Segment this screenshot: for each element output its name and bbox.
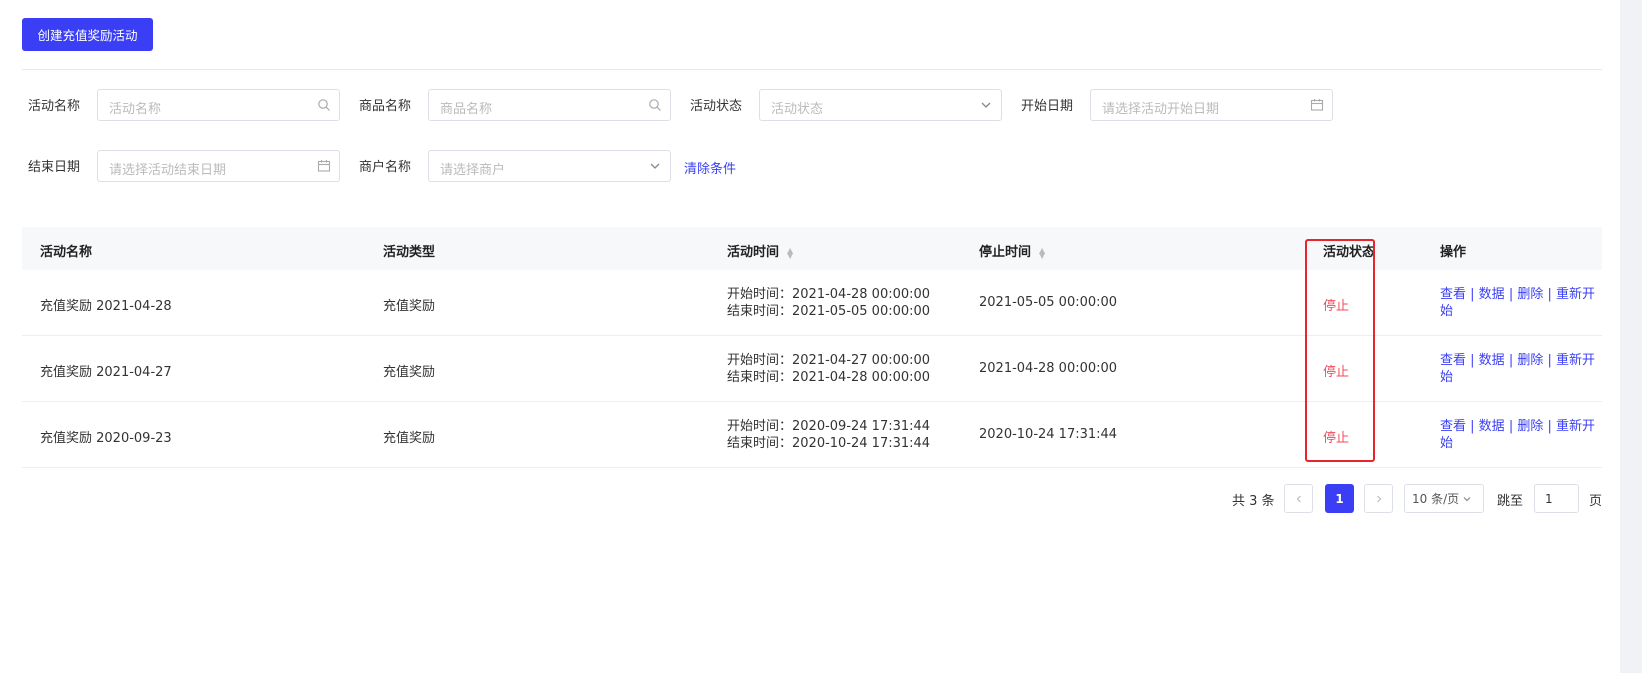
- chevron-down-icon: [1463, 496, 1471, 501]
- delete-link[interactable]: 删除: [1517, 353, 1543, 368]
- divider: [22, 69, 1602, 70]
- separator: |: [1466, 419, 1479, 434]
- calendar-icon: [1310, 99, 1324, 111]
- goto-page-input[interactable]: 1: [1534, 484, 1579, 513]
- sort-icon[interactable]: ▲ ▼: [787, 246, 793, 259]
- column-activity-name: 活动名称: [40, 245, 93, 260]
- page-button-current[interactable]: 1: [1325, 484, 1354, 513]
- separator: |: [1504, 353, 1518, 368]
- goto-label: 跳至: [1497, 494, 1524, 509]
- start-date-picker[interactable]: 请选择活动开始日期: [1090, 89, 1333, 121]
- create-recharge-reward-button[interactable]: 创建充值奖励活动: [22, 18, 153, 51]
- content-panel: 创建充值奖励活动 活动名称 活动名称 商品名称 商品名称 活动状态 活动状态 开…: [0, 0, 1620, 673]
- data-link[interactable]: 数据: [1479, 353, 1505, 368]
- pagination-total: 共 3 条: [1232, 494, 1275, 509]
- calendar-icon: [317, 160, 331, 172]
- delete-link[interactable]: 删除: [1517, 287, 1543, 302]
- right-gutter: [1620, 0, 1642, 673]
- column-activity-time[interactable]: 活动时间 ▲ ▼: [727, 241, 793, 260]
- column-activity-time-label: 活动时间: [727, 245, 780, 260]
- chevron-right-icon: [1376, 495, 1381, 502]
- end-time-text: 结束时间：2020-10-24 17:31:44: [727, 436, 931, 451]
- product-name-label: 商品名称: [359, 99, 412, 114]
- view-link[interactable]: 查看: [1440, 287, 1466, 302]
- page-suffix: 页: [1589, 494, 1603, 509]
- stop-time-cell: 2021-05-05 00:00:00: [979, 295, 1118, 310]
- activity-name-placeholder: 活动名称: [109, 102, 162, 117]
- page-size-select[interactable]: 10 条/页: [1404, 484, 1484, 513]
- column-actions: 操作: [1440, 245, 1467, 260]
- activity-name-cell: 充值奖励 2020-09-23: [40, 431, 172, 446]
- search-icon: [649, 99, 661, 111]
- activity-time-cell: 开始时间：2021-04-28 00:00:00 结束时间：2021-05-05…: [727, 286, 930, 320]
- sort-icon[interactable]: ▲ ▼: [1039, 246, 1045, 259]
- activity-type-cell: 充值奖励: [383, 365, 436, 380]
- status-column-highlight: [1305, 239, 1375, 462]
- product-name-input[interactable]: 商品名称: [428, 89, 671, 121]
- activity-name-label: 活动名称: [28, 99, 81, 114]
- separator: |: [1543, 419, 1557, 434]
- delete-link[interactable]: 删除: [1517, 419, 1543, 434]
- row-actions: 查看 | 数据 | 删除 | 重新开始: [1440, 286, 1600, 320]
- column-stop-time[interactable]: 停止时间 ▲ ▼: [979, 241, 1045, 260]
- column-activity-type: 活动类型: [383, 245, 436, 260]
- data-link[interactable]: 数据: [1479, 419, 1505, 434]
- end-date-label: 结束日期: [28, 160, 81, 175]
- view-link[interactable]: 查看: [1440, 353, 1466, 368]
- start-time-text: 开始时间：2020-09-24 17:31:44: [727, 419, 931, 434]
- end-date-placeholder: 请选择活动结束日期: [109, 163, 227, 178]
- chevron-down-icon: [981, 102, 991, 108]
- search-icon: [318, 99, 330, 111]
- chevron-left-icon: [1296, 495, 1301, 502]
- merchant-placeholder: 请选择商户: [440, 163, 506, 178]
- separator: |: [1466, 353, 1479, 368]
- activity-time-cell: 开始时间：2021-04-27 00:00:00 结束时间：2021-04-28…: [727, 352, 930, 386]
- row-actions: 查看 | 数据 | 删除 | 重新开始: [1440, 418, 1600, 452]
- column-stop-time-label: 停止时间: [979, 245, 1032, 260]
- activity-time-cell: 开始时间：2020-09-24 17:31:44 结束时间：2020-10-24…: [727, 418, 930, 452]
- stop-time-cell: 2020-10-24 17:31:44: [979, 427, 1118, 442]
- start-date-label: 开始日期: [1021, 99, 1074, 114]
- end-time-text: 结束时间：2021-05-05 00:00:00: [727, 304, 931, 319]
- page-size-value: 10 条/页: [1412, 492, 1460, 506]
- end-time-text: 结束时间：2021-04-28 00:00:00: [727, 370, 931, 385]
- product-name-placeholder: 商品名称: [440, 102, 493, 117]
- separator: |: [1504, 287, 1518, 302]
- activity-type-cell: 充值奖励: [383, 431, 436, 446]
- end-date-picker[interactable]: 请选择活动结束日期: [97, 150, 340, 182]
- row-actions: 查看 | 数据 | 删除 | 重新开始: [1440, 352, 1600, 386]
- activity-type-cell: 充值奖励: [383, 299, 436, 314]
- activity-name-input[interactable]: 活动名称: [97, 89, 340, 121]
- separator: |: [1504, 419, 1518, 434]
- activity-status-label: 活动状态: [690, 99, 743, 114]
- start-date-placeholder: 请选择活动开始日期: [1102, 102, 1220, 117]
- separator: |: [1543, 287, 1557, 302]
- data-link[interactable]: 数据: [1479, 287, 1505, 302]
- view-link[interactable]: 查看: [1440, 419, 1466, 434]
- start-time-text: 开始时间：2021-04-27 00:00:00: [727, 353, 931, 368]
- chevron-down-icon: [650, 163, 660, 169]
- activity-name-cell: 充值奖励 2021-04-28: [40, 299, 172, 314]
- prev-page-button[interactable]: [1284, 484, 1313, 513]
- activity-status-select[interactable]: 活动状态: [759, 89, 1002, 121]
- start-time-text: 开始时间：2021-04-28 00:00:00: [727, 287, 931, 302]
- merchant-label: 商户名称: [359, 160, 412, 175]
- activity-status-placeholder: 活动状态: [771, 102, 824, 117]
- merchant-select[interactable]: 请选择商户: [428, 150, 671, 182]
- separator: |: [1466, 287, 1479, 302]
- clear-filters-link[interactable]: 清除条件: [684, 158, 736, 177]
- stop-time-cell: 2021-04-28 00:00:00: [979, 361, 1118, 376]
- next-page-button[interactable]: [1364, 484, 1393, 513]
- separator: |: [1543, 353, 1557, 368]
- activity-name-cell: 充值奖励 2021-04-27: [40, 365, 172, 380]
